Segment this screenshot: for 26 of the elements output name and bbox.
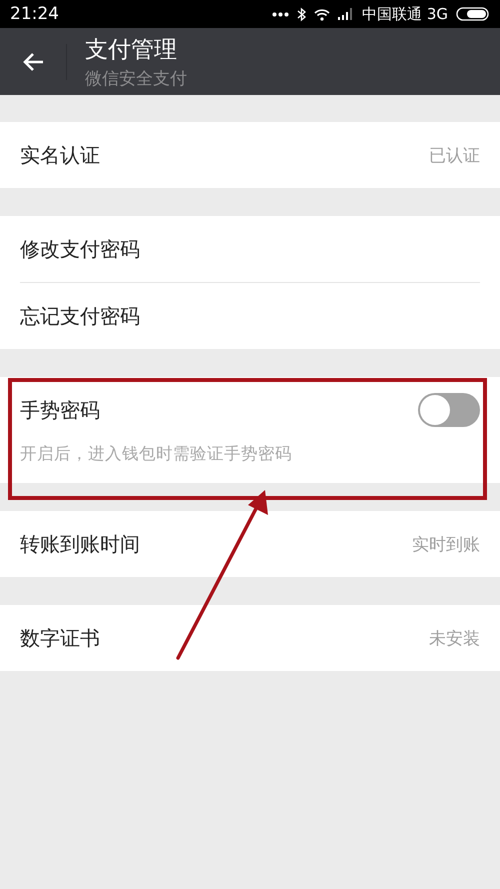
row-label: 忘记支付密码: [20, 302, 140, 330]
status-time: 21:24: [10, 4, 59, 24]
settings-row[interactable]: 实名认证 已认证: [20, 122, 480, 188]
settings-row[interactable]: 修改支付密码: [20, 216, 480, 282]
carrier-label: 中国联通 3G: [362, 4, 448, 24]
signal-icon: [338, 8, 354, 20]
page-subtitle: 微信安全支付: [85, 68, 187, 90]
row-value: 未安装: [429, 628, 480, 650]
back-arrow-icon: [22, 52, 44, 72]
more-icon: [272, 12, 290, 16]
row-value: 已认证: [429, 144, 480, 166]
bluetooth-icon: [297, 6, 306, 22]
row-label: 数字证书: [20, 624, 100, 652]
toggle-switch[interactable]: [418, 393, 480, 427]
settings-row[interactable]: 数字证书 未安装: [20, 605, 480, 671]
battery-icon: [456, 7, 490, 21]
row-label: 修改支付密码: [20, 236, 140, 262]
settings-row[interactable]: 转账到账时间 实时到账: [20, 511, 480, 577]
row-label: 转账到账时间: [20, 530, 140, 558]
hint-text: 开启后，进入钱包时需验证手势密码: [20, 443, 293, 465]
wifi-icon: [314, 8, 330, 20]
page-title: 支付管理: [85, 36, 178, 64]
row-value: 实时到账: [412, 534, 480, 556]
row-label: 实名认证: [20, 142, 100, 168]
settings-row[interactable]: 忘记支付密码: [20, 282, 480, 349]
row-label: 手势密码: [20, 396, 100, 424]
